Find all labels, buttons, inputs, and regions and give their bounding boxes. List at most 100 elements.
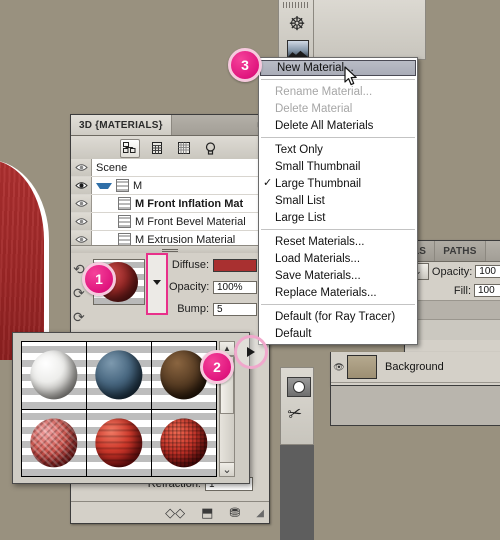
mesh-icon[interactable]: [147, 139, 167, 158]
material-opacity-input[interactable]: 100%: [213, 280, 257, 294]
tab-paths[interactable]: PATHS: [435, 241, 486, 261]
swatch-cell[interactable]: [22, 342, 86, 409]
diffuse-color-swatch[interactable]: [213, 258, 257, 272]
swatch-menu-arrow-highlight[interactable]: [234, 335, 268, 369]
layers-list: 👁 Background: [330, 352, 500, 386]
red-wave-sphere: [95, 418, 143, 468]
tree-row-m[interactable]: M: [71, 177, 269, 195]
trash-icon[interactable]: ⛃: [229, 505, 240, 521]
tree-row-front-inflation[interactable]: M Front Inflation Mat: [71, 195, 269, 213]
step-badge-2-label: 2: [213, 359, 221, 375]
step-badge-3-label: 3: [241, 57, 249, 73]
menu-item-reset-materials[interactable]: Reset Materials...: [259, 233, 417, 250]
opacity-row: ⌄ Opacity: 100: [405, 262, 500, 281]
light-icon[interactable]: [201, 139, 221, 158]
tree-row-front-bevel[interactable]: M Front Bevel Material: [71, 213, 269, 231]
tools-icon[interactable]: ✂: [286, 402, 305, 425]
menu-item-large-thumbnail[interactable]: ✓ Large Thumbnail: [259, 175, 417, 192]
play-arrow-icon: [247, 347, 255, 357]
menu-item-text-only[interactable]: Text Only: [259, 141, 417, 158]
tab-3d-materials[interactable]: 3D {MATERIALS}: [71, 115, 172, 135]
image-thumbnail-icon[interactable]: [287, 40, 309, 58]
menu-item-label: Default (for Ray Tracer): [275, 310, 396, 323]
eye-icon[interactable]: 👁: [331, 362, 347, 373]
menu-item-label: Delete All Materials: [275, 119, 374, 132]
materials-footer: ◇◇ ⬒ ⛃ ◢: [165, 505, 264, 521]
opacity-row: Opacity: 100%: [169, 278, 257, 296]
new-material-icon[interactable]: ◇◇: [165, 505, 185, 521]
pan-tool-icon[interactable]: ⟳: [73, 309, 91, 325]
layer-thumbnail[interactable]: [347, 355, 377, 379]
scene-icon-glyph: [123, 142, 136, 153]
menu-item-small-thumbnail[interactable]: Small Thumbnail: [259, 158, 417, 175]
visibility-toggle[interactable]: [71, 195, 92, 212]
record-button-icon[interactable]: [287, 377, 311, 397]
mouse-cursor-icon: [344, 66, 357, 86]
swatch-cell[interactable]: [87, 342, 151, 409]
fill-input[interactable]: 100: [474, 284, 500, 297]
menu-item-load-materials[interactable]: Load Materials...: [259, 250, 417, 267]
mesh-icon-glyph: [151, 142, 162, 154]
disclosure-triangle-icon[interactable]: [96, 182, 112, 189]
menu-item-large-list[interactable]: Large List: [259, 209, 417, 226]
tree-item-label: M Front Bevel Material: [135, 215, 246, 228]
materials-icon[interactable]: [174, 139, 194, 158]
visibility-toggle[interactable]: [71, 177, 92, 194]
materials-tabbar: 3D {MATERIALS} ▸▸: [71, 115, 269, 136]
red-glitter-sphere: [30, 418, 78, 468]
materials-tree: Scene M M Front Inflation Mat M Front Be…: [71, 159, 269, 249]
bump-row: Bump: 5: [169, 300, 257, 318]
menu-separator: [261, 79, 415, 80]
menu-item-replace-materials[interactable]: Replace Materials...: [259, 284, 417, 301]
scene-icon[interactable]: [119, 138, 140, 158]
swatch-cell[interactable]: [87, 409, 151, 476]
menu-item-rename-material: Rename Material...: [259, 83, 417, 100]
footer-divider: [71, 501, 269, 502]
tree-item-label: M Front Inflation Mat: [135, 197, 244, 210]
menu-item-small-list[interactable]: Small List: [259, 192, 417, 209]
step-badge-1: 1: [82, 262, 116, 296]
light-icon-glyph: [205, 141, 216, 155]
dock-shadow-area: [280, 445, 314, 540]
dock-grip[interactable]: [283, 2, 309, 8]
side-tool-dock[interactable]: ✂: [280, 367, 314, 445]
menu-item-delete-material: Delete Material: [259, 100, 417, 117]
opacity-input[interactable]: 100: [475, 265, 500, 278]
mesh-chip-icon: [116, 179, 129, 192]
layers-panel: LS PATHS ⌄ Opacity: 100 Fill: 100: [404, 240, 500, 356]
swatch-cell[interactable]: [22, 409, 86, 476]
bump-input[interactable]: 5: [213, 302, 257, 316]
eye-icon: [74, 236, 88, 243]
camera-orbit-icon[interactable]: ☸: [286, 13, 308, 35]
menu-item-save-materials[interactable]: Save Materials...: [259, 267, 417, 284]
menu-item-new-material[interactable]: New Material...: [260, 60, 416, 76]
swatch-cell[interactable]: [152, 409, 216, 476]
eye-icon: [74, 200, 88, 207]
layers-tabbar: LS PATHS: [405, 241, 500, 262]
tree-row-body: M: [92, 179, 269, 192]
scroll-down-arrow-icon[interactable]: ⌄: [220, 462, 234, 476]
duplicate-layer-icon[interactable]: ⬒: [201, 505, 213, 521]
eye-icon: [74, 182, 88, 189]
step-badge-2: 2: [200, 350, 234, 384]
step-badge-3: 3: [228, 48, 262, 82]
resize-grip-icon[interactable]: ◢: [256, 508, 264, 519]
material-picker-dropdown-arrow-icon[interactable]: [153, 280, 161, 285]
layer-row-background[interactable]: 👁 Background: [331, 352, 500, 383]
materials-context-menu: New Material... Rename Material... Delet…: [258, 57, 418, 345]
white-marble-sphere: [30, 350, 78, 400]
dark-wood-sphere: [160, 350, 208, 400]
menu-item-label: Large List: [275, 211, 326, 224]
menu-item-default[interactable]: Default: [259, 325, 417, 342]
menu-item-delete-all-materials[interactable]: Delete All Materials: [259, 117, 417, 134]
tree-row-scene[interactable]: Scene: [71, 159, 269, 177]
visibility-toggle[interactable]: [71, 213, 92, 230]
checkmark-icon: ✓: [263, 177, 273, 189]
visibility-toggle[interactable]: [71, 159, 92, 176]
top-tool-dock[interactable]: ☸: [278, 0, 314, 60]
tree-item-label: M: [133, 179, 143, 192]
opacity-label: Opacity:: [431, 265, 473, 278]
eye-icon: [74, 218, 88, 225]
menu-item-default-ray-tracer[interactable]: Default (for Ray Tracer): [259, 308, 417, 325]
menu-separator: [261, 137, 415, 138]
